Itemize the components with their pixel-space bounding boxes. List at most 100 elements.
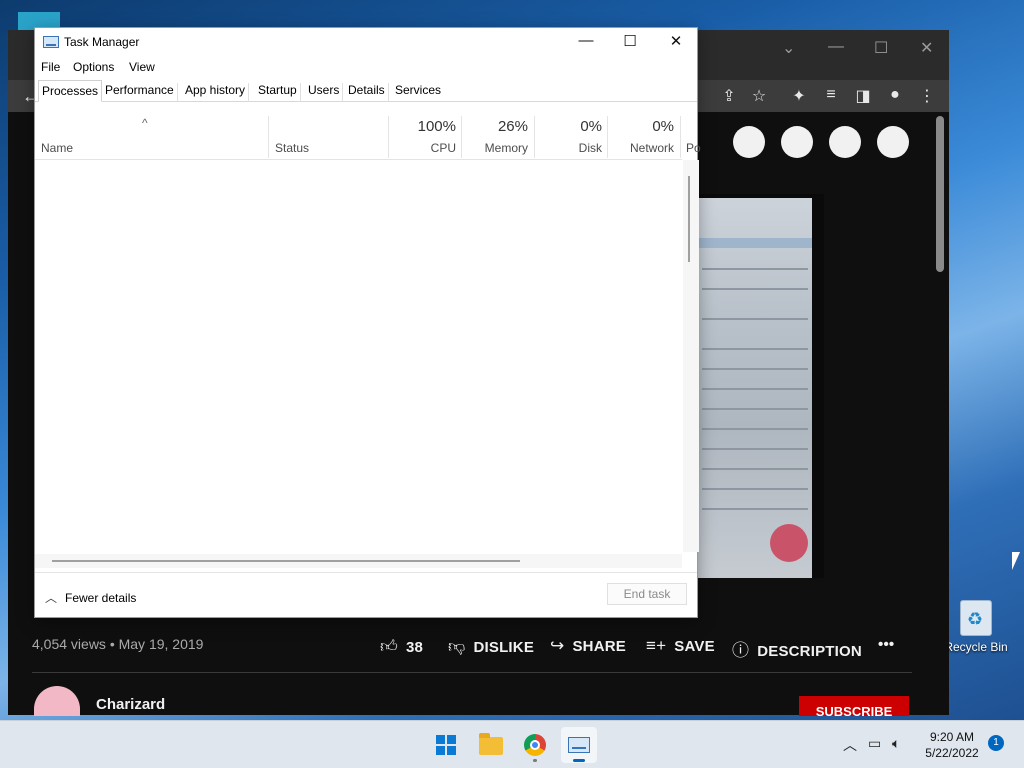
tab-services[interactable]: Services (392, 83, 444, 102)
horizontal-scroll-thumb[interactable] (52, 560, 520, 562)
media-control-icon[interactable]: ≡ (820, 86, 842, 106)
network-icon[interactable]: ▭ (868, 735, 881, 752)
chrome-menu-icon[interactable]: ⋮ (916, 86, 938, 106)
sort-ascending-icon: ^ (142, 116, 148, 130)
subscribe-button[interactable]: SUBSCRIBE (799, 696, 909, 716)
taskbar-task-manager[interactable] (561, 727, 597, 763)
clock[interactable]: 9:20 AM 5/22/2022 (916, 729, 988, 761)
extensions-puzzle-icon[interactable]: ✦ (788, 86, 810, 106)
memory-usage-percent[interactable]: 26% (498, 118, 528, 135)
menu-options[interactable]: Options (73, 60, 114, 74)
dislike-label: DISLIKE (473, 639, 535, 656)
tab-strip: Processes Performance App history Startu… (35, 80, 697, 102)
video-frame (698, 198, 812, 578)
show-hidden-icons-chevron-icon[interactable]: ︿ (843, 735, 857, 755)
bookmark-star-icon[interactable]: ☆ (748, 86, 770, 106)
task-manager-footer: ︿ Fewer details End task (35, 572, 697, 618)
views-and-date: 4,054 views • May 19, 2019 (32, 636, 204, 652)
chrome-minimize-button[interactable]: — (828, 38, 844, 56)
task-manager-icon (568, 737, 590, 753)
recycle-bin-icon: ♻ (960, 600, 992, 636)
fewer-details-label: Fewer details (65, 591, 137, 605)
tab-processes[interactable]: Processes (38, 80, 103, 102)
tab-users[interactable]: Users (305, 83, 344, 102)
folder-icon (479, 733, 503, 755)
disk-usage-percent[interactable]: 0% (580, 118, 602, 135)
more-actions-button[interactable]: ••• (878, 636, 894, 653)
avatar[interactable] (877, 126, 909, 158)
chrome-icon (524, 734, 546, 756)
tab-performance[interactable]: Performance (102, 83, 178, 102)
chrome-close-button[interactable]: ✕ (920, 38, 933, 58)
avatar[interactable] (829, 126, 861, 158)
thumbs-up-icon: 👍︎ (380, 637, 398, 656)
taskbar-file-explorer[interactable] (473, 727, 509, 763)
description-label: DESCRIPTION (757, 643, 862, 660)
column-network[interactable]: Network (630, 141, 674, 155)
process-list[interactable] (35, 160, 682, 552)
mouse-pointer-icon (1012, 552, 1020, 570)
tab-startup[interactable]: Startup (255, 83, 301, 102)
network-usage-percent[interactable]: 0% (652, 118, 674, 135)
share-page-icon[interactable]: ⇪ (718, 86, 740, 106)
chrome-maximize-button[interactable]: ☐ (874, 38, 888, 58)
vertical-scroll-thumb[interactable] (688, 176, 690, 262)
menu-file[interactable]: File (41, 60, 60, 74)
dislike-button[interactable]: 👎︎ DISLIKE (448, 636, 534, 657)
recycle-bin[interactable]: ♻ Recycle Bin (944, 600, 1008, 654)
thumbs-down-icon: 👎︎ (448, 637, 466, 656)
minimize-button[interactable]: — (575, 32, 597, 52)
start-button[interactable] (428, 727, 464, 763)
save-button[interactable]: ≡+ SAVE (646, 636, 715, 656)
column-status[interactable]: Status (275, 141, 309, 155)
like-count: 38 (405, 639, 424, 656)
avatar[interactable] (733, 126, 765, 158)
task-manager-window: Task Manager — ☐ ✕ File Options View Pro… (34, 27, 701, 618)
process-table-header: ^ Name Status 100% CPU 26% Memory 0% Dis… (35, 116, 701, 160)
taskbar: ︿ ▭ 🔈︎ 9:20 AM 5/22/2022 1 (0, 720, 1024, 768)
close-button[interactable]: ✕ (665, 32, 687, 52)
column-disk[interactable]: Disk (579, 141, 602, 155)
channel-avatar[interactable] (34, 686, 80, 716)
like-button[interactable]: 👍︎ 38 (380, 636, 423, 657)
horizontal-scrollbar[interactable] (35, 554, 682, 568)
vertical-scrollbar[interactable] (683, 160, 699, 552)
tab-search-icon[interactable]: ⌄ (782, 38, 795, 58)
tab-app-history[interactable]: App history (182, 83, 250, 102)
share-label: SHARE (572, 638, 626, 655)
volume-icon[interactable]: 🔈︎ (892, 735, 900, 752)
column-power-partial[interactable]: Po (686, 141, 701, 155)
recycle-bin-label: Recycle Bin (944, 640, 1008, 654)
description-button[interactable]: ⓘ DESCRIPTION (732, 636, 862, 661)
maximize-button[interactable]: ☐ (619, 32, 641, 52)
column-memory[interactable]: Memory (485, 141, 528, 155)
window-title: Task Manager (64, 35, 140, 49)
profile-icon[interactable]: ● (884, 86, 906, 106)
clock-date: 5/22/2022 (925, 746, 979, 760)
page-scrollbar[interactable] (936, 116, 944, 272)
save-label: SAVE (674, 638, 715, 655)
tab-details[interactable]: Details (345, 83, 389, 102)
clock-time: 9:20 AM (929, 730, 975, 744)
share-arrow-icon: ↪ (550, 636, 565, 655)
avatar[interactable] (781, 126, 813, 158)
windows-logo-icon (436, 735, 456, 755)
column-cpu[interactable]: CPU (431, 141, 456, 155)
playlist-add-icon: ≡+ (646, 636, 667, 655)
video-player[interactable] (698, 194, 824, 578)
taskbar-chrome[interactable] (517, 727, 553, 763)
chevron-up-icon: ︿ (45, 591, 58, 605)
channel-name[interactable]: Charizard (96, 696, 165, 713)
menu-view[interactable]: View (129, 60, 155, 74)
fewer-details-button[interactable]: ︿ Fewer details (45, 589, 136, 606)
end-task-button[interactable]: End task (607, 583, 687, 605)
task-manager-icon (43, 36, 59, 48)
info-icon: ⓘ (732, 641, 750, 660)
divider (32, 672, 912, 673)
cpu-usage-percent[interactable]: 100% (418, 118, 456, 135)
share-button[interactable]: ↪ SHARE (550, 636, 626, 656)
side-panel-icon[interactable]: ◨ (852, 86, 874, 106)
task-manager-titlebar[interactable]: Task Manager — ☐ ✕ (35, 28, 697, 56)
notification-badge[interactable]: 1 (988, 735, 1004, 751)
column-name[interactable]: Name (41, 141, 73, 155)
